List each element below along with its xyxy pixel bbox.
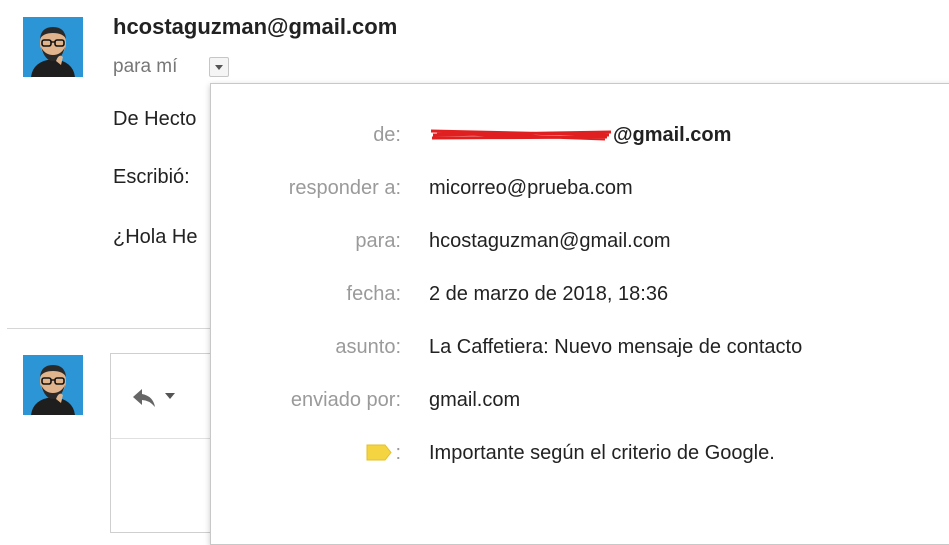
reply-arrow-icon — [133, 389, 155, 407]
recipient-summary: para mí — [113, 56, 178, 77]
sender-address: hcostaguzman@gmail.com — [113, 14, 398, 39]
details-label-subject: asunto: — [335, 336, 401, 358]
details-label-date: fecha: — [346, 283, 401, 305]
details-row-subject: asunto: La Caffetiera: Nuevo mensaje de … — [211, 336, 949, 366]
sender-avatar — [23, 17, 83, 77]
message-body-line: Escribió: — [113, 166, 190, 188]
importance-label-colon: : — [395, 442, 401, 464]
redaction-scribble-icon — [430, 129, 612, 141]
cartoon-man-avatar-icon — [23, 17, 83, 77]
details-value-mailed-by: gmail.com — [429, 389, 521, 411]
details-label-mailed-by: enviado por: — [290, 389, 401, 411]
reply-options-chevron-icon[interactable] — [165, 393, 175, 399]
details-label-from: de: — [373, 124, 401, 146]
details-value-reply-to[interactable]: micorreo@prueba.com — [429, 177, 633, 200]
details-label-reply-to: responder a: — [288, 177, 401, 199]
reply-button[interactable] — [131, 386, 157, 408]
cartoon-man-avatar-icon — [23, 355, 83, 415]
reply-avatar — [23, 355, 83, 415]
details-row-date: fecha: 2 de marzo de 2018, 18:36 — [211, 283, 949, 313]
message-details-popup: de: @gmail.com responder a: micorreo@pru… — [210, 83, 949, 545]
details-value-date: 2 de marzo de 2018, 18:36 — [429, 283, 669, 305]
message-body-line: De Hecto — [113, 108, 197, 130]
details-row-reply-to: responder a: micorreo@prueba.com — [211, 177, 949, 207]
details-row-importance: : Importante según el criterio de Google… — [211, 442, 949, 472]
details-value-to[interactable]: hcostaguzman@gmail.com — [429, 230, 671, 253]
details-label-importance: : — [366, 442, 401, 465]
message-body-line: ¿Hola He — [113, 226, 198, 248]
details-label-to: para: — [355, 230, 401, 252]
importance-marker-icon — [366, 444, 393, 461]
details-row-to: para: hcostaguzman@gmail.com — [211, 230, 949, 260]
details-value-importance: Importante según el criterio de Google. — [429, 442, 775, 464]
details-row-from: de: @gmail.com — [211, 124, 949, 154]
details-value-subject: La Caffetiera: Nuevo mensaje de contacto — [429, 336, 803, 358]
show-details-button[interactable] — [209, 57, 229, 77]
details-row-mailed-by: enviado por: gmail.com — [211, 389, 949, 419]
details-value-from: @gmail.com — [429, 124, 731, 147]
chevron-down-icon — [215, 65, 223, 70]
from-domain: @gmail.com — [613, 124, 732, 146]
